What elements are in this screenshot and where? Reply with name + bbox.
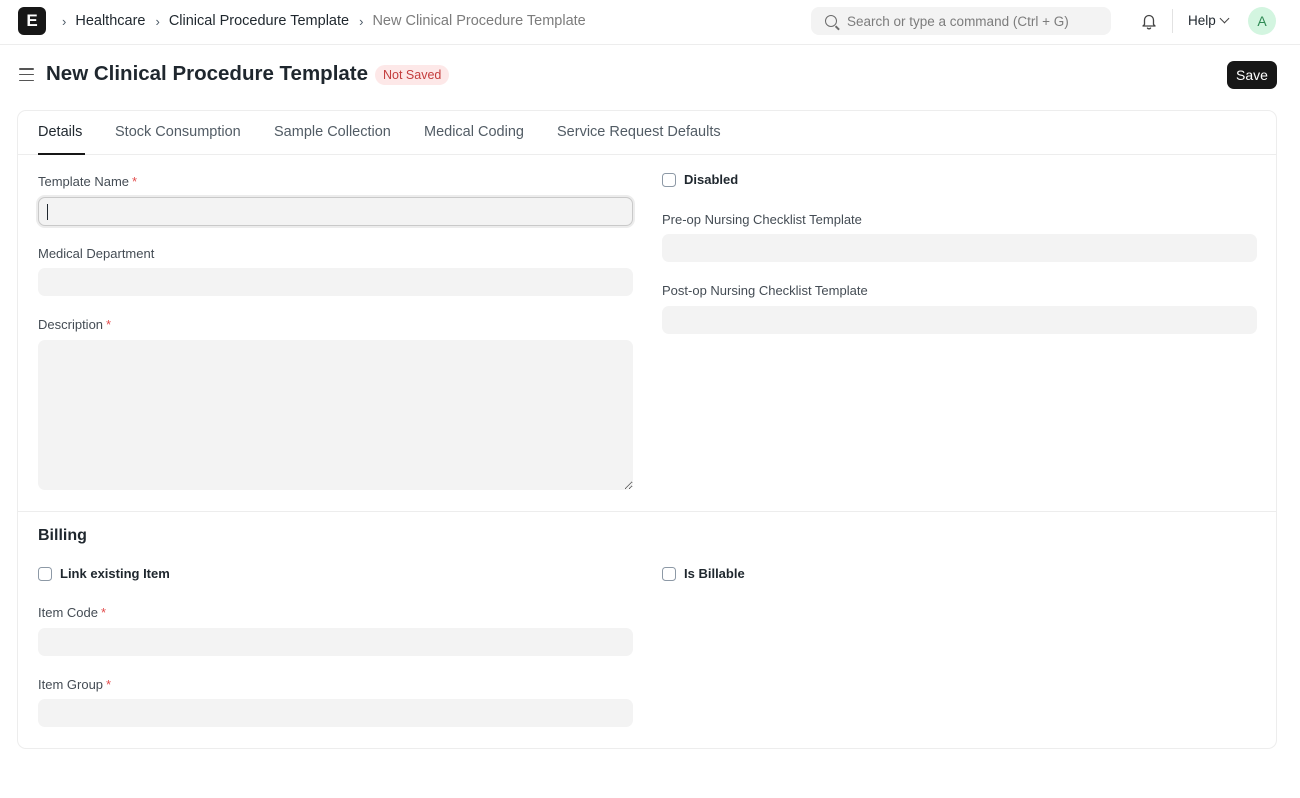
search-input[interactable] [847, 13, 1097, 29]
breadcrumb-clinical-procedure-template[interactable]: Clinical Procedure Template [169, 13, 349, 29]
required-marker: * [106, 317, 112, 332]
tab-details[interactable]: Details [38, 124, 82, 140]
template-name-input[interactable] [38, 197, 633, 226]
navbar-divider [1172, 9, 1173, 33]
post-op-checklist-label: Post-op Nursing Checklist Template [662, 283, 868, 298]
save-button[interactable]: Save [1227, 61, 1277, 89]
required-marker: * [100, 605, 107, 620]
page-title: New Clinical Procedure Template [46, 62, 369, 85]
search-icon [825, 15, 837, 27]
form-card: Details Stock Consumption Sample Collect… [17, 110, 1277, 749]
required-marker: * [132, 174, 138, 189]
help-dropdown[interactable]: Help [1188, 13, 1230, 28]
user-avatar[interactable]: A [1248, 7, 1276, 35]
billing-section-title: Billing [38, 527, 87, 544]
top-navbar: E › Healthcare › Clinical Procedure Temp… [0, 0, 1300, 45]
medical-department-input[interactable] [38, 268, 633, 296]
status-badge: Not Saved [375, 65, 450, 85]
post-op-checklist-input[interactable] [662, 306, 1257, 334]
breadcrumb-current: New Clinical Procedure Template [372, 13, 586, 29]
breadcrumb: › Healthcare › Clinical Procedure Templa… [58, 0, 592, 42]
breadcrumb-healthcare[interactable]: Healthcare [75, 13, 145, 29]
is-billable-label: Is Billable [684, 566, 745, 581]
chevron-right-icon: › [62, 13, 67, 29]
description-textarea[interactable] [38, 340, 633, 490]
disabled-label: Disabled [684, 172, 739, 187]
disabled-checkbox[interactable] [662, 172, 676, 187]
disabled-checkbox-row[interactable]: Disabled [662, 172, 738, 187]
template-name-label: Template Name * [38, 174, 138, 189]
chevron-right-icon: › [359, 13, 364, 29]
tab-service-request-defaults[interactable]: Service Request Defaults [557, 124, 721, 140]
help-label: Help [1188, 13, 1216, 28]
link-existing-item-row[interactable]: Link existing Item [38, 566, 170, 581]
item-code-input[interactable] [38, 628, 633, 656]
link-existing-item-label: Link existing Item [60, 566, 170, 581]
app-logo[interactable]: E [18, 7, 46, 35]
active-tab-indicator [38, 153, 85, 155]
item-code-label: Item Code * [38, 605, 107, 620]
notification-bell-icon[interactable] [1140, 12, 1158, 30]
required-marker: * [106, 677, 112, 692]
tab-sample-collection[interactable]: Sample Collection [274, 124, 391, 140]
tab-medical-coding[interactable]: Medical Coding [424, 124, 524, 140]
is-billable-row[interactable]: Is Billable [662, 566, 745, 581]
is-billable-checkbox[interactable] [662, 566, 676, 581]
section-divider [18, 511, 1276, 512]
pre-op-checklist-input[interactable] [662, 234, 1257, 262]
link-existing-item-checkbox[interactable] [38, 566, 52, 581]
item-group-label: Item Group * [38, 677, 112, 692]
chevron-down-icon [1219, 13, 1230, 24]
pre-op-checklist-label: Pre-op Nursing Checklist Template [662, 212, 862, 227]
chevron-right-icon: › [155, 13, 160, 29]
description-label: Description * [38, 317, 112, 332]
item-group-input[interactable] [38, 699, 633, 727]
text-cursor [47, 204, 48, 220]
search-bar[interactable] [811, 7, 1111, 35]
tab-stock-consumption[interactable]: Stock Consumption [115, 124, 241, 140]
form-tabs: Details Stock Consumption Sample Collect… [18, 111, 1276, 155]
medical-department-label: Medical Department [38, 246, 155, 261]
sidebar-toggle-icon[interactable] [19, 68, 34, 81]
